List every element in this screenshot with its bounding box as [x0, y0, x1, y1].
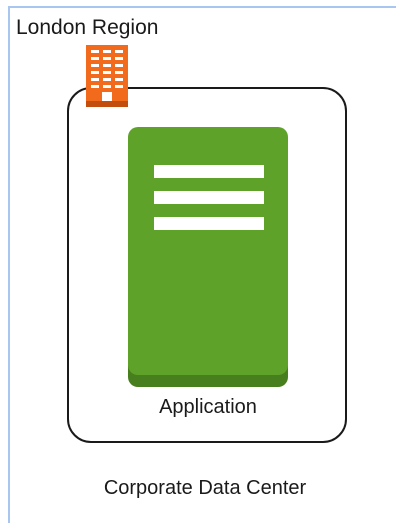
application-label: Application	[159, 396, 257, 418]
region-label: London Region	[16, 16, 159, 39]
region-border-top	[8, 6, 396, 8]
data-center-label: Corporate Data Center	[103, 477, 307, 499]
diagram-canvas: London Region Application Corporate Data…	[0, 0, 398, 523]
server-icon[interactable]	[128, 127, 288, 387]
region-border-left	[8, 6, 10, 523]
building-icon	[86, 45, 128, 107]
